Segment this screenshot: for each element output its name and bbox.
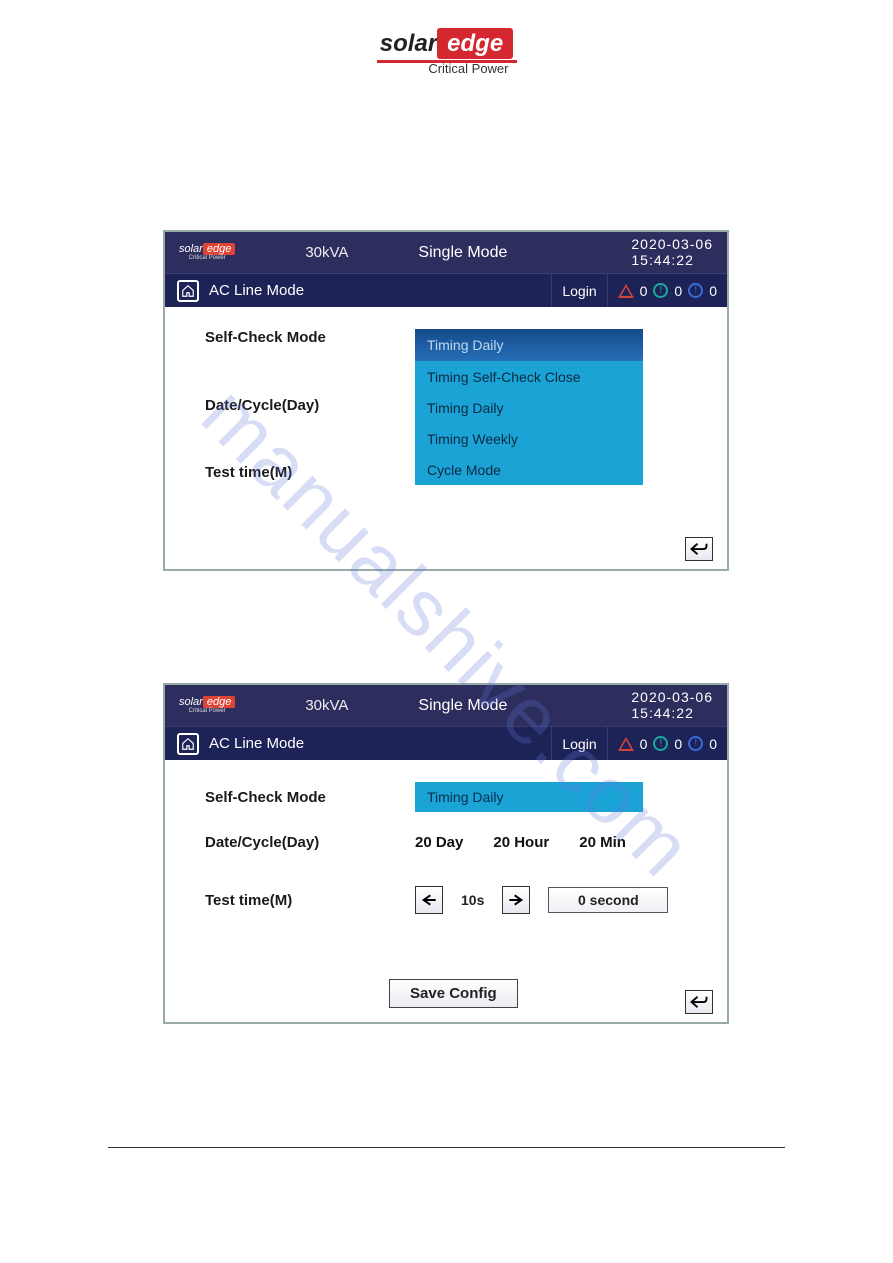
device-screen-2: solaredge Critical Power 30kVA Single Mo… [163, 683, 729, 1024]
screen2-content: Self-Check Mode Timing Daily Date/Cycle(… [165, 760, 727, 1022]
info2-icon[interactable]: ! [688, 283, 703, 298]
login-button[interactable]: Login [551, 274, 607, 307]
decrement-button[interactable] [415, 886, 443, 914]
logo-prefix: solar [380, 30, 437, 57]
time-value[interactable]: 0 second [548, 887, 668, 913]
label-date-cycle: Date/Cycle(Day) [205, 834, 415, 851]
info1-icon[interactable]: ! [653, 283, 668, 298]
status-icons: 0 ! 0 ! 0 [608, 283, 727, 299]
back-button[interactable] [685, 990, 713, 1014]
top-bar: solaredge Critical Power 30kVA Single Mo… [165, 685, 727, 726]
label-self-check: Self-Check Mode [205, 329, 415, 346]
top-bar: solaredge Critical Power 30kVA Single Mo… [165, 232, 727, 273]
status-icons: 0 ! 0 ! 0 [608, 736, 727, 752]
back-button[interactable] [685, 537, 713, 561]
info1-count: 0 [674, 283, 682, 299]
info2-count: 0 [709, 736, 717, 752]
kva-label: 30kVA [305, 244, 348, 261]
dropdown-selected[interactable]: Timing Daily [415, 329, 643, 361]
label-test-time: Test time(M) [205, 464, 415, 481]
home-icon[interactable] [177, 280, 199, 302]
sub-bar: AC Line Mode Login 0 ! 0 ! 0 [165, 726, 727, 760]
mini-logo: solaredge Critical Power [179, 244, 235, 261]
mode-label: Single Mode [418, 244, 507, 262]
save-config-button[interactable]: Save Config [389, 979, 518, 1008]
info1-icon[interactable]: ! [653, 736, 668, 751]
label-test-time: Test time(M) [205, 892, 415, 909]
date-min[interactable]: 20 Min [579, 834, 626, 851]
time-step: 10s [461, 892, 484, 908]
mini-logo: solaredge Critical Power [179, 697, 235, 714]
company-logo: solaredge Critical Power [377, 30, 517, 76]
sub-bar: AC Line Mode Login 0 ! 0 ! 0 [165, 273, 727, 307]
info1-count: 0 [674, 736, 682, 752]
datetime: 2020-03-06 15:44:22 [631, 237, 713, 268]
self-check-dropdown[interactable]: Timing Daily Timing Self-Check Close Tim… [415, 329, 643, 485]
page-rule [108, 1147, 785, 1148]
ac-line-mode-label: AC Line Mode [209, 735, 304, 752]
label-date-cycle: Date/Cycle(Day) [205, 397, 415, 414]
info2-icon[interactable]: ! [688, 736, 703, 751]
self-check-value[interactable]: Timing Daily [415, 782, 643, 812]
device-screen-1: solaredge Critical Power 30kVA Single Mo… [163, 230, 729, 571]
datetime: 2020-03-06 15:44:22 [631, 690, 713, 721]
ac-line-mode-label: AC Line Mode [209, 282, 304, 299]
info2-count: 0 [709, 283, 717, 299]
logo-suffix: edge [437, 28, 513, 59]
dropdown-option[interactable]: Cycle Mode [415, 454, 643, 485]
warning-count: 0 [640, 283, 648, 299]
dropdown-option[interactable]: Timing Daily [415, 392, 643, 423]
dropdown-option[interactable]: Timing Weekly [415, 423, 643, 454]
warning-icon[interactable] [618, 284, 634, 298]
increment-button[interactable] [502, 886, 530, 914]
logo-subtitle: Critical Power [377, 61, 517, 76]
warning-count: 0 [640, 736, 648, 752]
screen1-content: Self-Check Mode Timing Daily Timing Self… [165, 307, 727, 569]
label-self-check: Self-Check Mode [205, 789, 415, 806]
dropdown-option[interactable]: Timing Self-Check Close [415, 361, 643, 392]
date-day[interactable]: 20 Day [415, 834, 463, 851]
login-button[interactable]: Login [551, 727, 607, 760]
mode-label: Single Mode [418, 697, 507, 715]
date-hour[interactable]: 20 Hour [493, 834, 549, 851]
warning-icon[interactable] [618, 737, 634, 751]
home-icon[interactable] [177, 733, 199, 755]
kva-label: 30kVA [305, 697, 348, 714]
